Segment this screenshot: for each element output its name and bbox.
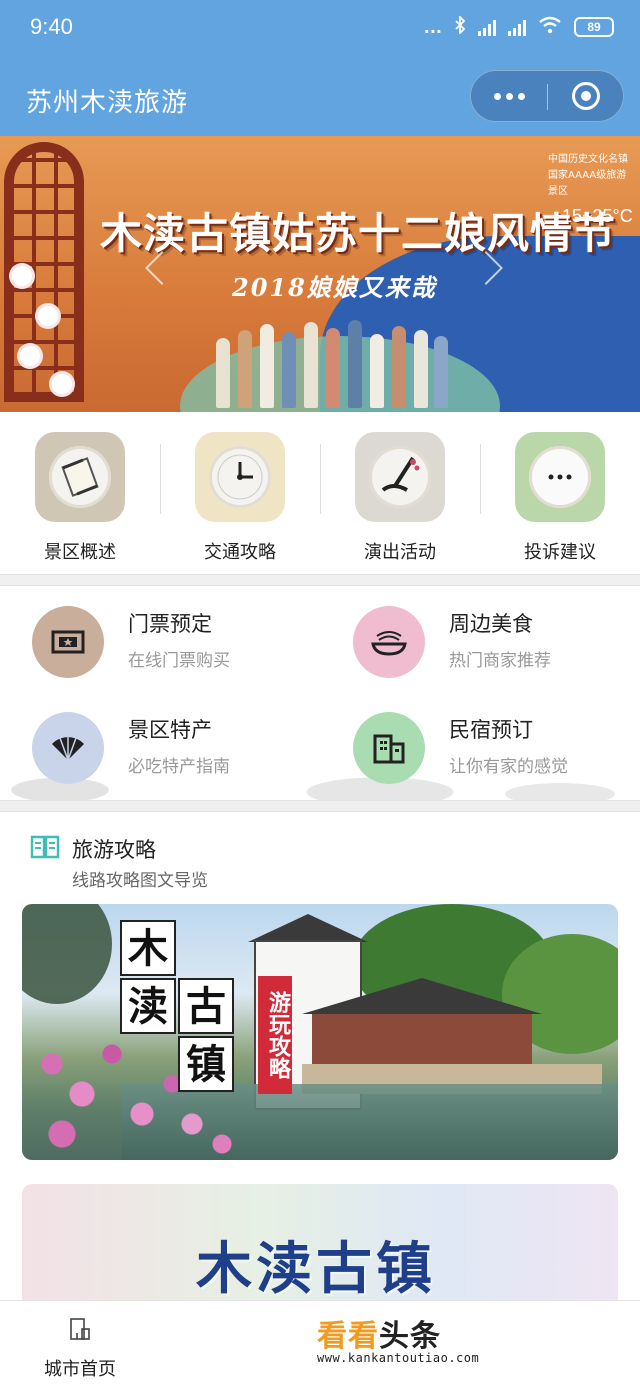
- pavilion-roof-decoration: [302, 978, 542, 1014]
- banner-org-text: 中国历史文化名镇 国家AAAA级旅游景区: [548, 152, 628, 200]
- mini-program-capsule: [470, 70, 624, 122]
- ticket-icon: [32, 606, 104, 678]
- tab-label: 城市首页: [44, 1359, 116, 1380]
- quick-nav-tile: [515, 432, 605, 522]
- quick-nav-label: 演出活动: [364, 542, 436, 563]
- service-nearby-food[interactable]: 周边美食 热门商家推荐: [353, 606, 640, 696]
- banner-title: 木渎古镇姑苏十二娘风情节: [100, 209, 617, 258]
- section-divider: [0, 800, 640, 812]
- more-dots-icon: ...: [423, 17, 442, 37]
- service-ticket-booking[interactable]: 门票预定 在线门票购买: [32, 606, 332, 696]
- travel-guide-header: 旅游攻略 线路攻略图文导览: [30, 832, 610, 892]
- service-title: 景区特产: [128, 718, 212, 742]
- service-homestay-booking[interactable]: 民宿预订 让你有家的感觉: [353, 712, 640, 802]
- building-outline-icon: [68, 1317, 92, 1341]
- blossom-decoration: [12, 266, 32, 286]
- quick-nav-tile: [35, 432, 125, 522]
- performers-illustration: [210, 312, 450, 408]
- service-subtitle: 让你有家的感觉: [449, 757, 568, 777]
- signal-icon: [478, 18, 496, 36]
- quick-nav-shows[interactable]: 演出活动: [320, 412, 480, 574]
- capsule-divider: [547, 84, 548, 110]
- wifi-icon: [538, 16, 562, 38]
- services-section: 门票预定 在线门票购买 周边美食 热门商家推荐 景区特产 必吃特产指南 民宿预订…: [0, 586, 640, 800]
- title-char: 渎: [120, 978, 176, 1034]
- brush-icon: [369, 446, 431, 508]
- more-button[interactable]: [471, 71, 547, 121]
- service-subtitle: 热门商家推荐: [449, 651, 551, 671]
- service-subtitle: 必吃特产指南: [128, 757, 230, 777]
- signal-icon-2: [508, 18, 526, 36]
- festival-banner[interactable]: 中国历史文化名镇 国家AAAA级旅游景区 木渎古镇姑苏十二娘风情节 15~25°…: [0, 136, 640, 412]
- banner-subtitle: 2018娘娘又来哉: [232, 273, 437, 302]
- watermark-brand-orange: 看看: [317, 1319, 379, 1354]
- service-subtitle: 在线门票购买: [128, 651, 230, 671]
- guide-card-muDu-town[interactable]: 木渎古镇: [22, 1184, 618, 1314]
- tab-city-home[interactable]: 城市首页: [0, 1301, 160, 1387]
- quick-nav-traffic[interactable]: 交通攻略: [160, 412, 320, 574]
- quick-nav-tile: [195, 432, 285, 522]
- watermark-url: www.kankantoutiao.com: [317, 1351, 480, 1365]
- quick-nav-complaint[interactable]: 投诉建议: [480, 412, 640, 574]
- quick-nav-overview[interactable]: 景区概述: [0, 412, 160, 574]
- bottom-tab-bar: 城市首页 看看头条 www.kankantoutiao.com: [0, 1300, 640, 1387]
- section-title: 旅游攻略: [72, 838, 156, 862]
- banner-temperature: 15~25°C: [562, 206, 633, 226]
- tree-decoration: [22, 904, 112, 1004]
- banner-org-line1: 中国历史文化名镇: [548, 154, 628, 165]
- status-time: 9:40: [30, 14, 73, 39]
- watermark-overlay: 看看头条 www.kankantoutiao.com: [195, 1301, 640, 1387]
- watermark-brand: 看看头条: [317, 1311, 441, 1355]
- service-local-specialty[interactable]: 景区特产 必吃特产指南: [32, 712, 332, 802]
- quick-nav-label: 交通攻略: [204, 542, 276, 563]
- nav-bar: 苏州木渎旅游: [0, 58, 640, 136]
- service-title: 民宿预订: [449, 718, 533, 742]
- quick-nav-tile: [355, 432, 445, 522]
- title-char: 木: [120, 920, 176, 976]
- pavilion-decoration: [312, 1014, 532, 1064]
- quick-nav-grid: 景区概述 交通攻略 演出活动 投诉建议: [0, 412, 640, 574]
- guide-card-title: 木渎古镇: [196, 1236, 436, 1302]
- noodle-bowl-icon: [353, 606, 425, 678]
- service-title: 门票预定: [128, 612, 212, 636]
- blossom-decoration: [52, 374, 72, 394]
- quick-nav-label: 景区概述: [44, 542, 116, 563]
- bluetooth-icon: [454, 14, 466, 38]
- battery-indicator: 89: [574, 17, 614, 37]
- status-icons: ... 89: [423, 14, 614, 38]
- section-subtitle: 线路攻略图文导览: [72, 871, 208, 891]
- guide-tag: 游玩攻略: [258, 976, 292, 1094]
- banner-org-line2: 国家AAAA级旅游景区: [548, 170, 627, 197]
- building-icon: [353, 712, 425, 784]
- close-mini-program-button[interactable]: [572, 82, 600, 110]
- folding-fan-icon: [32, 712, 104, 784]
- quick-nav-label: 投诉建议: [524, 542, 596, 563]
- scroll-icon: [49, 446, 111, 508]
- blossom-decoration: [20, 346, 40, 366]
- clock-icon: [209, 446, 271, 508]
- watermark-brand-dark: 头条: [379, 1319, 441, 1354]
- book-icon: [30, 834, 60, 864]
- page-title: 苏州木渎旅游: [26, 87, 189, 117]
- title-char: 古: [178, 978, 234, 1034]
- roof-decoration: [248, 914, 368, 942]
- blossom-decoration: [38, 306, 58, 326]
- guide-card-muDu-tour[interactable]: 木 渎 古 镇 游玩攻略: [22, 904, 618, 1160]
- speech-bubble-icon: [529, 446, 591, 508]
- title-char: 镇: [178, 1036, 234, 1092]
- section-divider: [0, 574, 640, 586]
- service-title: 周边美食: [449, 612, 533, 636]
- status-bar: 9:40 ... 89: [0, 0, 640, 58]
